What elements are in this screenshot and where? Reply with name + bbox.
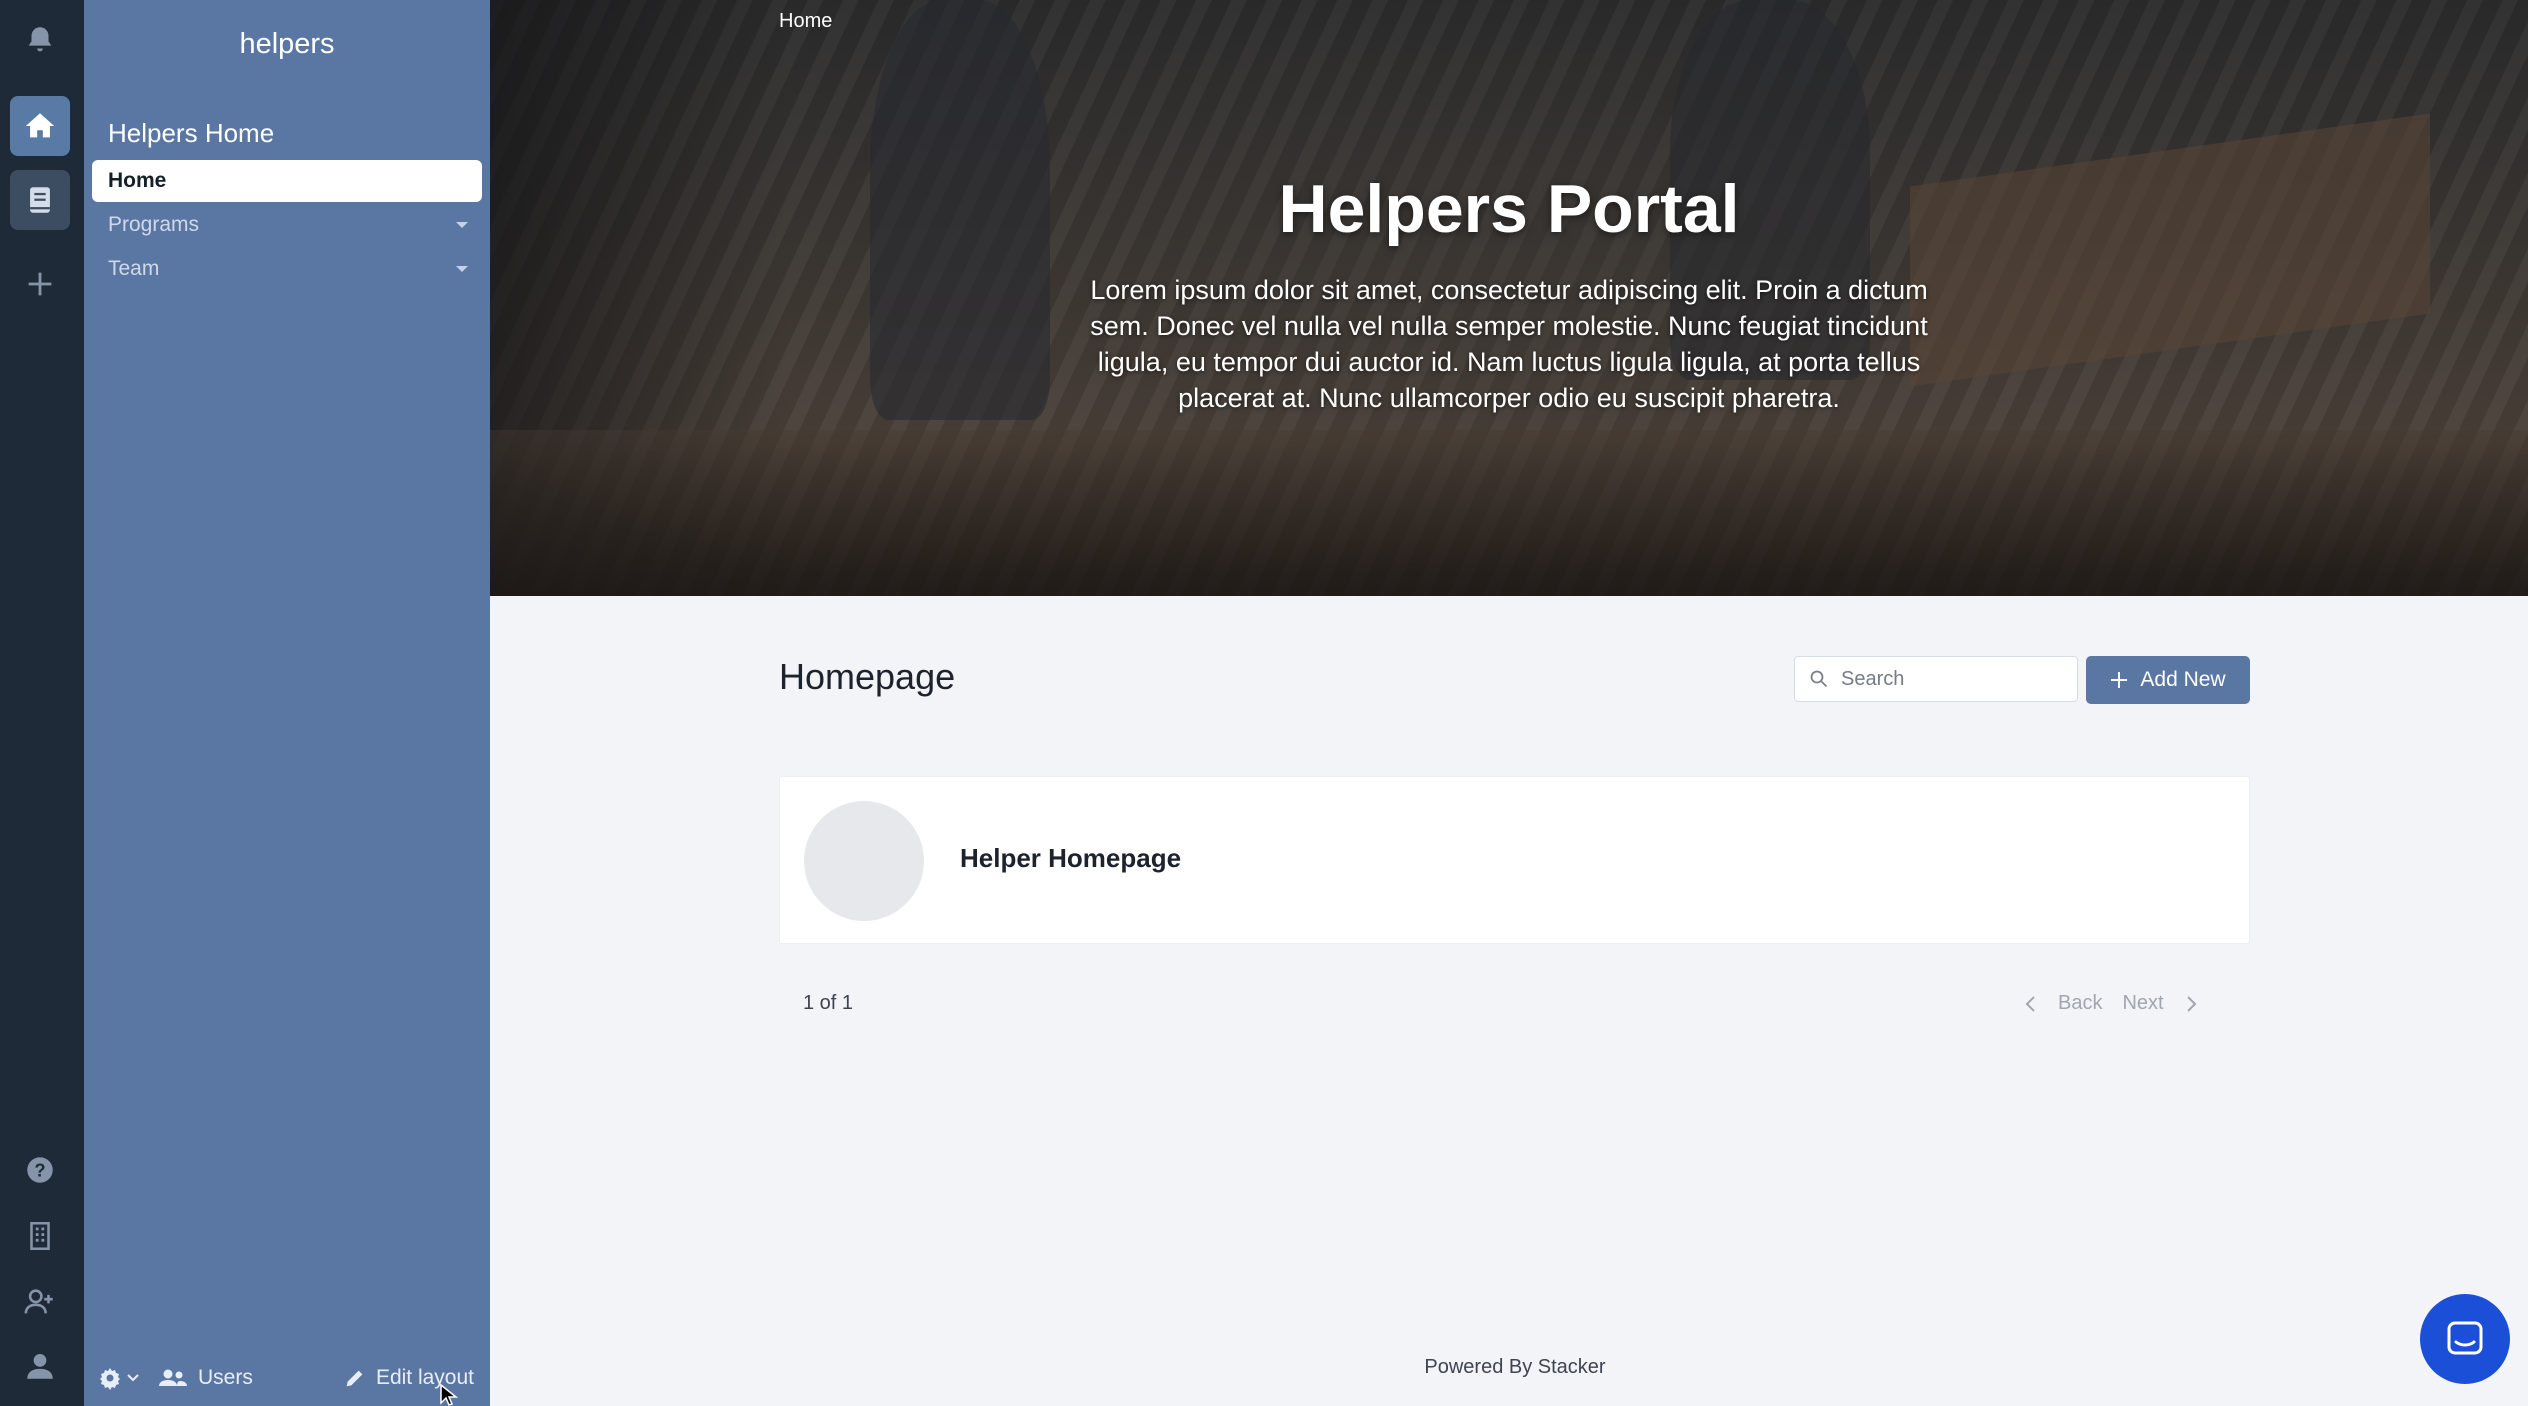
plus-icon [2111,672,2128,688]
notifications-button[interactable] [10,10,70,70]
bell-icon [28,27,52,52]
chevron-right-icon[interactable] [2184,995,2198,1013]
sidebar-item-programs[interactable]: Programs [92,204,482,246]
app-root: ? helpers Helpers Home Home Programs Tea… [0,0,2528,1406]
user-icon [27,1353,53,1379]
invite-user-button[interactable] [10,1272,70,1332]
chevron-down-icon [127,1374,139,1382]
pagination-count: 1 of 1 [803,992,854,1014]
app-name: helpers [239,28,335,60]
add-app-button[interactable] [10,254,70,314]
hero-description: Lorem ipsum dolor sit amet, consectetur … [1090,275,1928,413]
book-icon [30,187,50,213]
home-icon [25,113,55,138]
page-title: Homepage [779,656,956,697]
sidebar-item-label: Programs [108,213,200,236]
list-item[interactable]: Helper Homepage [779,776,2250,944]
chat-launcher-button[interactable] [2420,1294,2510,1384]
back-button[interactable]: Back [2058,992,2102,1015]
home-rail-button[interactable] [10,96,70,156]
account-button[interactable] [10,1336,70,1396]
chevron-left-icon[interactable] [2024,995,2038,1013]
sidebar-item-home[interactable]: Home [92,160,482,202]
building-icon [30,1221,50,1251]
search-icon [1810,670,1828,688]
settings-button[interactable] [98,1366,140,1390]
users-button[interactable]: Users [158,1366,253,1390]
svg-text:?: ? [34,1159,45,1180]
plus-icon [28,272,52,296]
sidebar-item-label: Home [108,169,167,192]
gear-icon [100,1368,120,1390]
users-icon [159,1369,187,1386]
sidebar-item-label: Team [108,257,160,280]
breadcrumb[interactable]: Home [779,10,832,33]
pencil-icon [346,1370,363,1387]
add-new-button[interactable]: Add New [2086,656,2250,704]
hero-title: Helpers Portal [1278,171,1740,247]
add-new-label: Add New [2140,668,2226,691]
search-box[interactable] [1794,656,2078,702]
sidebar: helpers Helpers Home Home Programs Team … [84,0,490,1406]
mouse-cursor-icon [440,1384,459,1406]
powered-by[interactable]: Powered By Stacker [1080,1356,1950,1379]
avatar [804,801,924,921]
help-button[interactable]: ? [10,1140,70,1200]
chat-icon [2447,1321,2483,1355]
sidebar-heading[interactable]: Helpers Home [108,118,274,149]
next-button[interactable]: Next [2122,992,2163,1015]
list-item-title: Helper Homepage [960,843,1182,873]
chevron-down-icon [456,222,468,228]
hero-photo-bench [1910,113,2430,387]
chevron-down-icon [456,266,468,272]
app-rail-button[interactable] [10,170,70,230]
icon-rail: ? [0,0,84,1406]
add-user-icon [24,1289,53,1314]
hero-photo-ground [490,430,2528,596]
pagination-nav: Back Next [2024,992,2198,1015]
sidebar-footer: Users Edit layout [84,1354,490,1406]
sidebar-item-team[interactable]: Team [92,248,482,290]
users-label: Users [198,1366,253,1389]
workspace-button[interactable] [10,1206,70,1266]
hero-banner: Home Helpers Portal Lorem ipsum dolor si… [490,0,2528,596]
help-icon: ? [27,1157,53,1183]
search-input[interactable] [1841,667,2061,691]
